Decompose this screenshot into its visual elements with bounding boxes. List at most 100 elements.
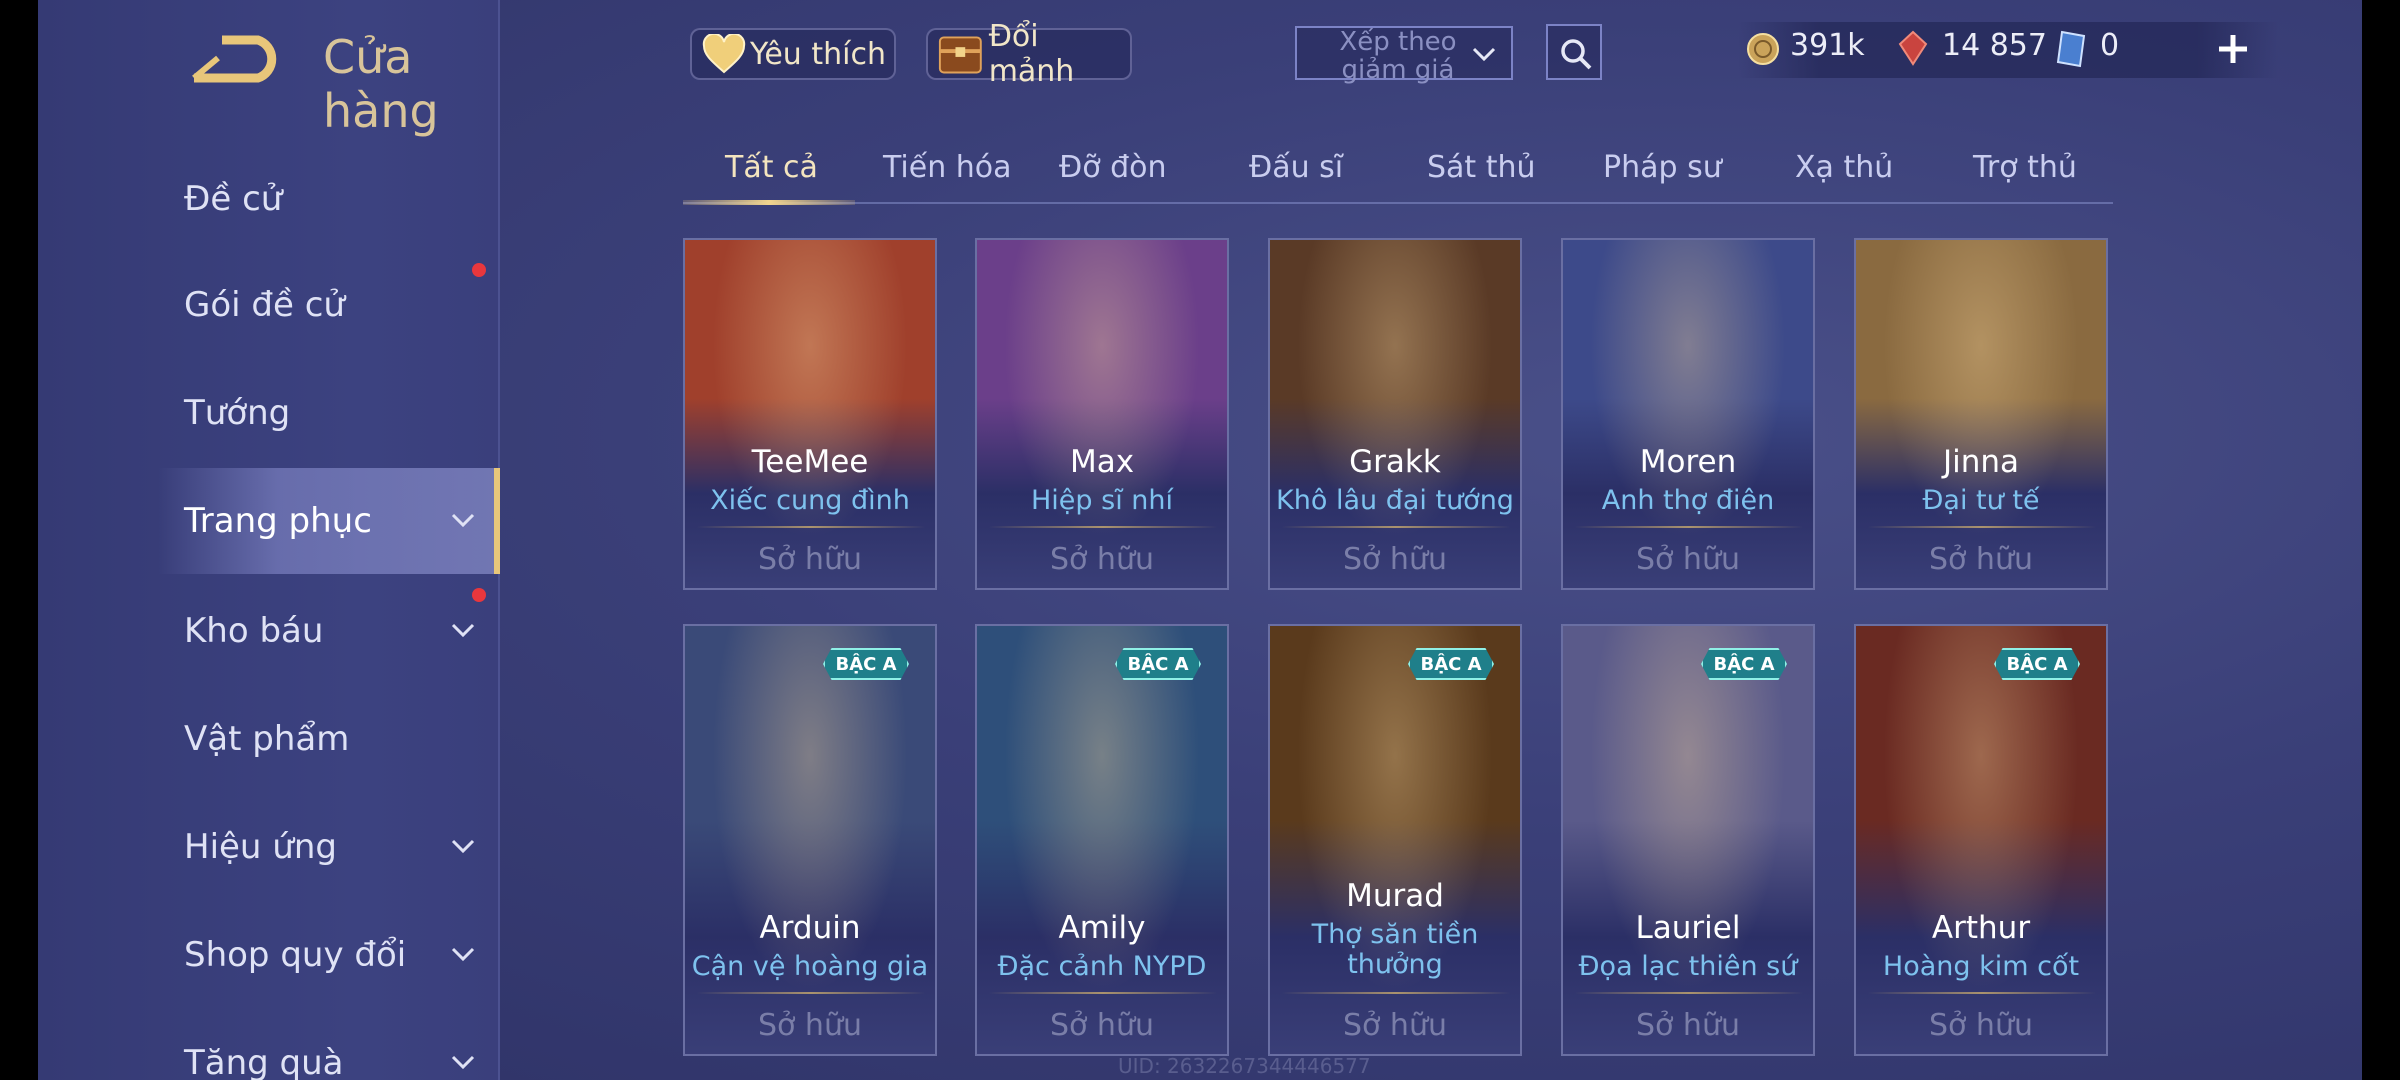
skin-card[interactable]: BẬC A Arduin Cận vệ hoàng gia Sở hữu [683,624,937,1056]
hero-name: Max [1069,444,1135,480]
divider [989,526,1217,528]
hero-name: Grakk [1349,444,1441,480]
search-button[interactable] [1546,24,1602,80]
sidebar-item-label: Hiệu ứng [184,827,337,867]
hero-name: Arduin [759,910,861,946]
tab-support[interactable]: Trợ thủ [1973,150,2077,185]
tier-badge: BẬC A [1115,648,1201,680]
skin-artwork [977,240,1227,588]
sidebar-item-label: Kho báu [184,611,324,651]
owned-status: Sở hữu [758,542,862,577]
divider [989,992,1217,994]
skin-name: Đặc cảnh NYPD [997,951,1207,982]
sidebar-item-label: Tăng quà [184,1043,344,1080]
owned-status: Sở hữu [1343,542,1447,577]
chevron-down-icon [451,513,475,528]
skin-name: Anh thợ điện [1601,485,1775,516]
back-arrow-icon[interactable] [188,32,278,88]
sidebar-item-recommended[interactable]: Đề cử [158,146,500,252]
skin-artwork [685,240,935,588]
category-tabs: Tất cả Tiến hóa Đỡ đòn Đấu sĩ Sát thủ Ph… [683,140,2113,205]
voucher-amount: 0 [2100,28,2120,63]
tab-evolution[interactable]: Tiến hóa [883,150,1012,185]
skin-name: Hoàng kim cốt [1882,951,2080,982]
divider [1282,526,1510,528]
notification-dot [472,263,486,277]
heart-icon [702,34,746,74]
sidebar-item-recommended-packs[interactable]: Gói đề cử [158,252,500,358]
skin-card[interactable]: BẬC A Lauriel Đọa lạc thiên sứ Sở hữu [1561,624,1815,1056]
sidebar-item-exchange-shop[interactable]: Shop quy đổi [158,902,500,1008]
divider [1575,992,1803,994]
tier-badge: BẬC A [1701,648,1787,680]
active-tab-underline [683,200,855,205]
divider [1868,992,2096,994]
hero-name: TeeMee [751,444,869,480]
exchange-label: Đổi mảnh [988,19,1075,89]
owned-status: Sở hữu [1636,1008,1740,1043]
tab-fighter[interactable]: Đấu sĩ [1249,150,1343,185]
skin-card[interactable]: BẬC A Amily Đặc cảnh NYPD Sở hữu [975,624,1229,1056]
owned-status: Sở hữu [1050,542,1154,577]
skin-card[interactable]: TeeMee Xiếc cung đình Sở hữu [683,238,937,590]
exchange-fragments-button[interactable]: Đổi mảnh [926,19,1132,89]
skin-artwork [1856,240,2106,588]
sidebar-item-treasures[interactable]: Kho báu [158,578,500,684]
gold-amount: 391k [1790,28,1865,63]
sidebar-item-label: Shop quy đổi [184,935,407,975]
tier-badge: BẬC A [1994,648,2080,680]
skin-artwork [1270,240,1520,588]
plus-icon[interactable] [2216,32,2250,66]
shop-screen: Cửa hàng Đề cử Gói đề cử Tướng Trang phụ… [38,0,2362,1080]
hero-name: Jinna [1942,444,2020,480]
favorite-button[interactable]: Yêu thích [690,28,896,80]
skin-name: Cận vệ hoàng gia [691,951,929,982]
skin-card[interactable]: Moren Anh thợ điện Sở hữu [1561,238,1815,590]
page-title: Cửa hàng [323,30,439,138]
tab-mage[interactable]: Pháp sư [1603,150,1722,185]
sidebar-item-heroes[interactable]: Tướng [158,360,500,466]
chevron-down-icon [451,1055,475,1070]
skin-name: Khô lâu đại tướng [1276,485,1514,516]
sidebar-item-items[interactable]: Vật phẩm [158,686,500,792]
skin-card[interactable]: Grakk Khô lâu đại tướng Sở hữu [1268,238,1522,590]
hero-name: Lauriel [1635,910,1741,946]
treasure-chest-icon [938,36,982,74]
sort-dropdown[interactable]: Xếp theo giảm giá [1295,26,1513,84]
skin-card[interactable]: Max Hiệp sĩ nhí Sở hữu [975,238,1229,590]
tab-assassin[interactable]: Sát thủ [1427,150,1536,185]
chevron-down-icon [451,947,475,962]
chevron-down-icon [451,839,475,854]
chevron-down-icon [1472,47,1496,62]
ruby-icon [1898,30,1928,66]
divider [1282,992,1510,994]
sidebar-item-effects[interactable]: Hiệu ứng [158,794,500,900]
owned-status: Sở hữu [1929,1008,2033,1043]
sidebar-item-gifting[interactable]: Tăng quà [158,1010,500,1080]
divider [697,992,925,994]
owned-status: Sở hữu [1343,1008,1447,1043]
skin-name: Đại tư tế [1922,485,2040,516]
owned-status: Sở hữu [1050,1008,1154,1043]
search-icon [1561,39,1592,70]
sidebar-item-label: Gói đề cử [184,285,345,325]
sidebar-item-label: Trang phục [184,501,372,541]
sidebar-item-skins[interactable]: Trang phục [158,468,500,574]
tier-badge: BẬC A [1408,648,1494,680]
sidebar: Cửa hàng Đề cử Gói đề cử Tướng Trang phụ… [38,0,500,1080]
tab-all[interactable]: Tất cả [725,150,818,185]
skin-card[interactable]: BẬC A Arthur Hoàng kim cốt Sở hữu [1854,624,2108,1056]
skin-card[interactable]: BẬC A Murad Thợ săn tiền thưởng Sở hữu [1268,624,1522,1056]
hero-name: Amily [1058,910,1146,946]
ruby-amount: 14 857 [1942,28,2047,63]
skin-name: Xiếc cung đình [710,485,910,516]
notification-dot [472,588,486,602]
divider [1868,526,2096,528]
tab-tank[interactable]: Đỡ đòn [1059,150,1167,185]
skin-card[interactable]: Jinna Đại tư tế Sở hữu [1854,238,2108,590]
tab-marksman[interactable]: Xạ thủ [1795,150,1893,185]
skin-name: Thợ săn tiền thưởng [1311,919,1479,980]
hero-name: Murad [1346,878,1444,914]
sidebar-item-label: Vật phẩm [184,719,350,759]
skin-artwork [1563,240,1813,588]
